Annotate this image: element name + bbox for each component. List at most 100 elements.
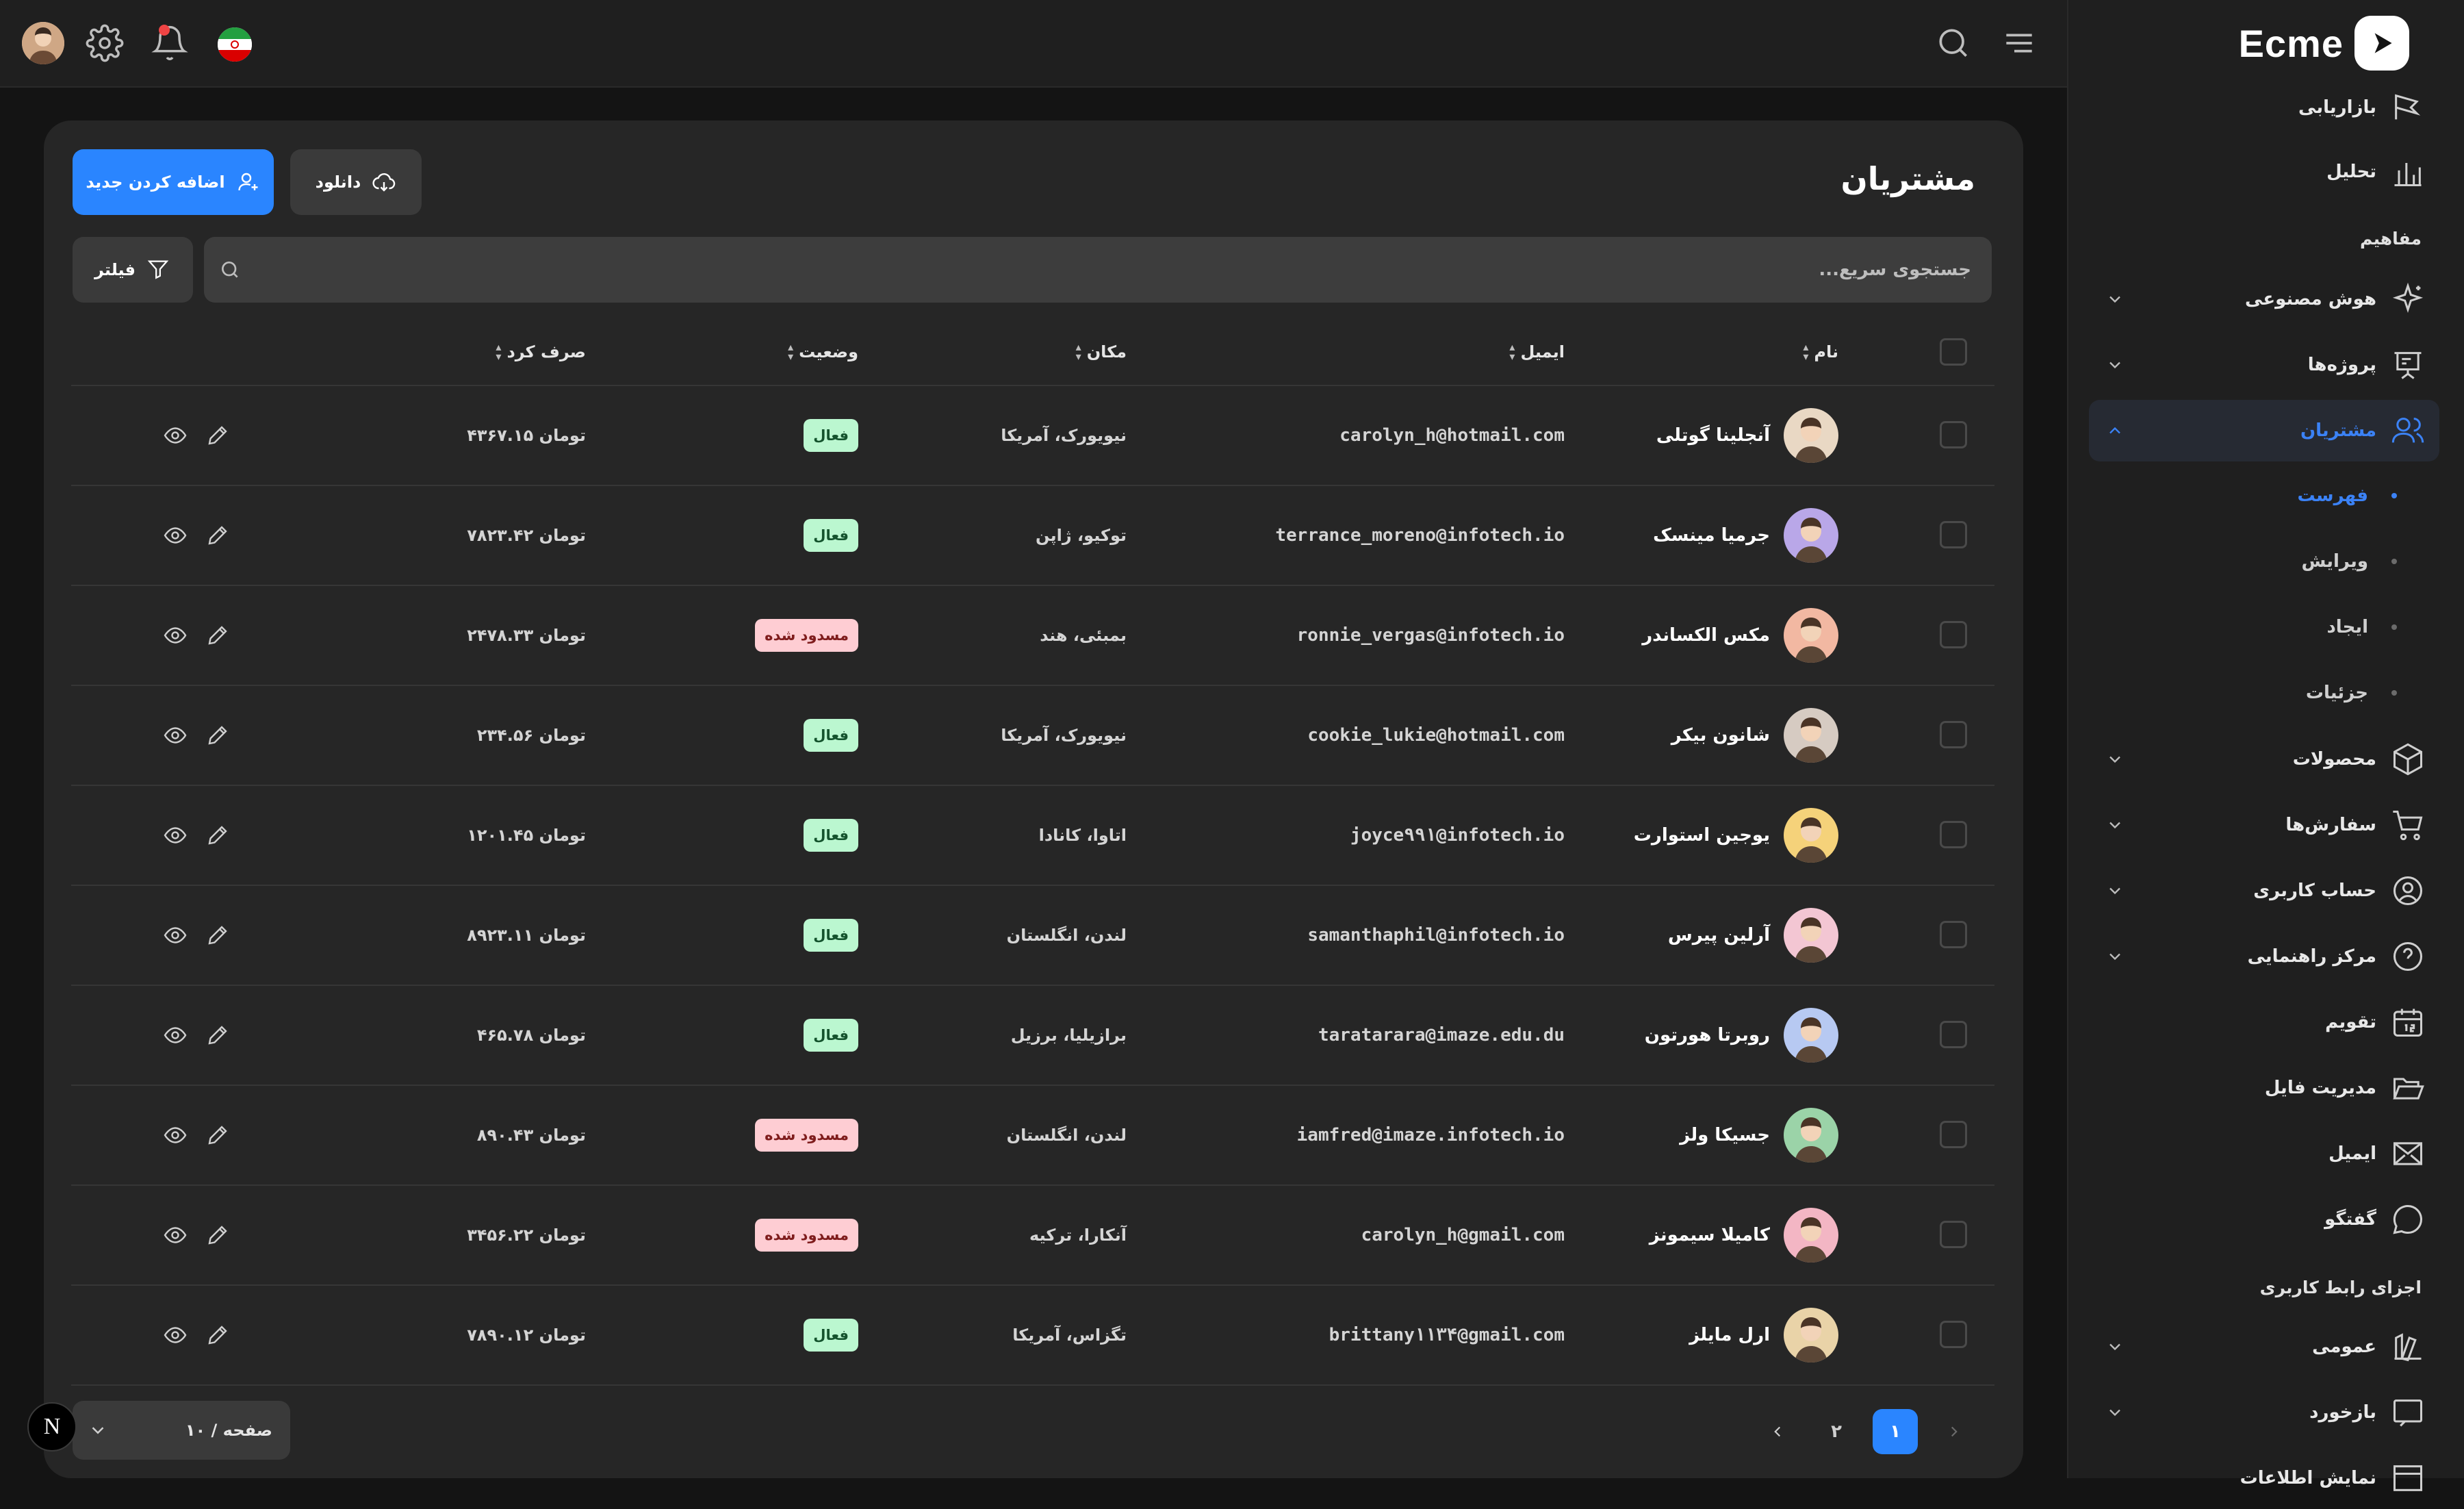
edit-icon[interactable] [205,1023,230,1048]
sidebar-item-account[interactable]: حساب کاربری [2089,860,2439,922]
row-checkbox[interactable] [1940,821,1967,848]
customer-name[interactable]: کامیلا سیمونز [1650,1186,1770,1284]
iran-flag-icon[interactable] [218,27,252,62]
sidebar-item-analytics[interactable]: تحلیل [2089,141,2439,203]
view-icon[interactable] [163,823,188,848]
user-avatar[interactable] [22,22,64,64]
customer-name[interactable]: شانون بیکر [1671,686,1770,785]
table-row[interactable]: کامیلا سیمونز carolyn_h@gmail.com آنکارا… [71,1186,1994,1286]
prev-page-icon[interactable] [1755,1409,1800,1454]
view-icon[interactable] [163,423,188,448]
bell-icon[interactable] [151,24,189,62]
sidebar-item-projects[interactable]: پروژه‌ها [2089,334,2439,396]
sidebar-item-data-display[interactable]: نمایش اطلاعات [2089,1447,2439,1509]
view-icon[interactable] [163,523,188,548]
sidebar-item-mail[interactable]: ایمیل [2089,1123,2439,1184]
quick-search[interactable] [204,237,1992,303]
customer-name[interactable]: جسیکا ولز [1680,1086,1770,1184]
row-checkbox[interactable] [1940,621,1967,648]
sidebar-item-label: تحلیل [2326,162,2376,182]
edit-icon[interactable] [205,1223,230,1247]
sidebar-subitem-edit[interactable]: ویرایش [2301,541,2397,582]
next-page-icon[interactable] [1932,1409,1977,1454]
view-icon[interactable] [163,723,188,748]
row-checkbox[interactable] [1940,921,1967,948]
table-row[interactable]: جسیکا ولز iamfred@imaze.infotech.io لندن… [71,1086,1994,1186]
edit-icon[interactable] [205,423,230,448]
customer-name[interactable]: مکس الکساندر [1642,586,1770,685]
row-checkbox[interactable] [1940,1321,1967,1348]
row-checkbox[interactable] [1940,1221,1967,1248]
page-size-select[interactable]: ۱۰ / صفحه [73,1401,290,1460]
table-row[interactable]: روبرتا هورتون taratarara@imaze.edu.du بر… [71,986,1994,1086]
row-checkbox[interactable] [1940,1021,1967,1048]
sidebar-item-feedback[interactable]: بازخورد [2089,1382,2439,1443]
sidebar-item-label: مشتریان [2300,420,2376,441]
view-icon[interactable] [163,623,188,648]
add-new-button[interactable]: اضافه کردن جدید [73,149,274,215]
sidebar-item-chat[interactable]: گفتگو [2089,1189,2439,1250]
view-icon[interactable] [163,1023,188,1048]
menu-toggle-icon[interactable] [2000,24,2038,62]
column-header-email[interactable]: ایمیل ▴ ▾ [1509,319,1565,385]
view-icon[interactable] [163,1223,188,1247]
customer-location: لندن، انگلستان [1006,926,1127,945]
search-input[interactable] [241,259,1973,281]
search-icon[interactable] [1934,24,1973,62]
filter-button[interactable]: فیلتر [73,237,193,303]
table-row[interactable]: آرلین پیرس samanthaphil@infotech.io لندن… [71,886,1994,986]
view-icon[interactable] [163,1123,188,1147]
sidebar-item-file-manager[interactable]: مدیریت فایل [2089,1057,2439,1119]
row-checkbox[interactable] [1940,721,1967,748]
row-checkbox[interactable] [1940,421,1967,448]
edit-icon[interactable] [205,923,230,948]
customer-name[interactable]: جرمیا مینسک [1653,486,1770,585]
table-row[interactable]: جرمیا مینسک terrance_moreno@infotech.io … [71,486,1994,586]
column-header-spent[interactable]: صرف کرد ▴ ▾ [496,319,586,385]
edit-icon[interactable] [205,623,230,648]
customer-name[interactable]: ارل مایلز [1689,1286,1770,1384]
edit-icon[interactable] [205,823,230,848]
sidebar-subitem-create[interactable]: ایجاد [2326,607,2397,648]
sidebar-subitem-list[interactable]: فهرست [2298,475,2397,516]
customer-name[interactable]: روبرتا هورتون [1645,986,1770,1085]
brand-logo[interactable]: Ecme [2239,15,2409,71]
row-checkbox[interactable] [1940,521,1967,548]
sidebar-item-marketing[interactable]: بازاریابی [2089,77,2439,138]
view-icon[interactable] [163,923,188,948]
sidebar-item-calendar[interactable]: تقویم [2089,991,2439,1053]
table-row[interactable]: یوجین استوارت joyce۹۹۱@infotech.io اتاوا… [71,786,1994,886]
user-plus-icon [236,170,261,194]
page-1-button[interactable]: ۱ [1873,1409,1918,1454]
table-row[interactable]: مکس الکساندر ronnie_vergas@infotech.io ب… [71,586,1994,686]
customer-name[interactable]: یوجین استوارت [1634,786,1770,885]
table-row[interactable]: شانون بیکر cookie_lukie@hotmail.com نیوی… [71,686,1994,786]
edit-icon[interactable] [205,1123,230,1147]
sidebar-item-help-center[interactable]: مرکز راهنمایی [2089,926,2439,987]
column-header-location[interactable]: مکان ▴ ▾ [1076,319,1127,385]
table-row[interactable]: آنجلینا گوتلی carolyn_h@hotmail.com نیوی… [71,386,1994,486]
edit-icon[interactable] [205,1323,230,1347]
row-checkbox[interactable] [1940,1121,1967,1148]
view-icon[interactable] [163,1323,188,1347]
sort-icon: ▴ ▾ [1509,340,1515,363]
page-2-button[interactable]: ۲ [1814,1409,1859,1454]
status-badge: فعال [804,919,858,952]
dev-badge[interactable]: N [27,1402,77,1451]
sidebar-item-ai[interactable]: هوش مصنوعی [2089,268,2439,330]
download-button[interactable]: دانلود [290,149,422,215]
edit-icon[interactable] [205,723,230,748]
sidebar-item-common[interactable]: عمومی [2089,1316,2439,1378]
sidebar-subitem-details[interactable]: جزئیات [2306,672,2397,713]
sidebar-item-customers[interactable]: مشتریان [2089,400,2439,461]
sidebar-item-products[interactable]: محصولات [2089,728,2439,790]
table-row[interactable]: ارل مایلز brittany۱۱۳۴@gmail.com تگزاس، … [71,1286,1994,1386]
column-header-name[interactable]: نام ▴ ▾ [1803,319,1838,385]
gear-icon[interactable] [86,24,124,62]
column-header-status[interactable]: وضعیت ▴ ▾ [788,319,858,385]
customer-name[interactable]: آنجلینا گوتلی [1656,386,1770,485]
select-all-checkbox[interactable] [1940,338,1967,366]
edit-icon[interactable] [205,523,230,548]
customer-name[interactable]: آرلین پیرس [1668,886,1770,985]
sidebar-item-orders[interactable]: سفارش‌ها [2089,794,2439,856]
